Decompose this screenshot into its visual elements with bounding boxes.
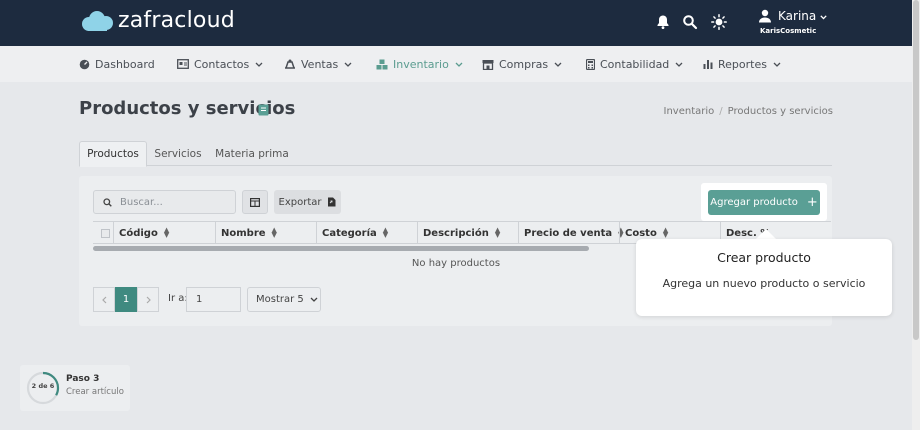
- column-header[interactable]: Nombre ▲ ▼: [215, 222, 316, 244]
- search-placeholder: Buscar...: [120, 196, 163, 208]
- chevron-down-icon: [344, 62, 352, 67]
- logo-text: zafracloud: [118, 8, 235, 33]
- horizontal-scrollbar[interactable]: [93, 246, 589, 251]
- column-header[interactable]: Categoría ▲ ▼: [316, 222, 417, 244]
- nav-dashboard[interactable]: Dashboard: [79, 46, 155, 82]
- chevron-down-icon: [554, 62, 562, 67]
- tooltip-body: Agrega un nuevo producto o servicio: [662, 277, 866, 290]
- breadcrumb-separator: /: [719, 106, 723, 117]
- search-input[interactable]: Buscar...: [93, 190, 236, 214]
- chevron-left-icon: [101, 296, 106, 303]
- nav-contabilidad[interactable]: Contabilidad: [586, 46, 683, 82]
- nav-label: Contabilidad: [600, 57, 670, 71]
- search-icon[interactable]: [682, 14, 698, 30]
- step-count: 2 de 6: [31, 382, 55, 390]
- column-header[interactable]: Descripción ▲ ▼: [417, 222, 518, 244]
- chevron-down-icon: [310, 297, 318, 302]
- main-nav: Dashboard Contactos Ventas Inventario Co…: [0, 46, 912, 82]
- chevron-down-icon: [820, 15, 827, 20]
- tour-tooltip: Crear producto Agrega un nuevo producto …: [636, 239, 892, 316]
- pagination: 1: [93, 287, 159, 312]
- column-label: Código: [119, 227, 158, 239]
- nav-label: Reportes: [718, 57, 767, 71]
- nav-compras[interactable]: Compras: [482, 46, 562, 82]
- inventory-icon: [376, 59, 388, 69]
- tab-bar: Productos Servicios Materia prima: [79, 141, 832, 167]
- nav-inventario[interactable]: Inventario: [376, 46, 463, 82]
- add-product-button[interactable]: Agregar producto +: [708, 190, 820, 215]
- tooltip-arrow: [756, 229, 776, 239]
- nav-label: Inventario: [393, 57, 449, 71]
- logo[interactable]: zafracloud: [80, 8, 235, 33]
- top-bar: zafracloud Karina KarisCosmetic: [0, 0, 912, 46]
- nav-label: Contactos: [194, 57, 250, 71]
- nav-reportes[interactable]: Reportes: [703, 46, 781, 82]
- cloud-logo-icon: [82, 10, 113, 31]
- calculator-icon: [586, 58, 595, 70]
- prev-page-button[interactable]: [93, 287, 115, 312]
- chevron-down-icon: [773, 62, 781, 67]
- contacts-icon: [177, 59, 189, 69]
- user-icon: [759, 9, 771, 23]
- user-company: KarisCosmetic: [760, 27, 817, 35]
- nav-label: Dashboard: [95, 57, 155, 71]
- sort-icon: ▲ ▼: [494, 226, 501, 239]
- add-product-label: Agregar producto: [710, 197, 798, 208]
- vertical-scrollbar[interactable]: [912, 0, 920, 430]
- sort-icon: ▲ ▼: [271, 226, 277, 239]
- step-title: Paso 3: [66, 374, 100, 384]
- book-icon[interactable]: [258, 104, 269, 116]
- chevron-down-icon: [455, 62, 463, 67]
- sort-icon: ▲ ▼: [662, 226, 669, 239]
- sort-icon: ▲ ▼: [163, 226, 170, 239]
- column-header[interactable]: Precio de venta ▲ ▼: [518, 222, 624, 244]
- column-label: Precio de venta: [524, 227, 613, 239]
- chart-icon: [703, 60, 713, 69]
- columns-button[interactable]: [242, 190, 268, 214]
- export-button[interactable]: Exportar: [274, 190, 341, 214]
- page-button-current[interactable]: 1: [115, 287, 137, 312]
- breadcrumb-parent[interactable]: Inventario: [664, 106, 715, 117]
- nav-label: Ventas: [301, 57, 339, 71]
- column-label: Categoría: [322, 227, 377, 239]
- column-label: Descripción: [423, 227, 489, 239]
- select-all-checkbox[interactable]: [101, 229, 110, 238]
- step-subtitle: Crear artículo: [66, 387, 124, 397]
- nav-contactos[interactable]: Contactos: [177, 46, 263, 82]
- tab-productos[interactable]: Productos: [79, 141, 147, 167]
- nav-label: Compras: [499, 57, 549, 71]
- columns-icon: [250, 197, 260, 207]
- dashboard-icon: [79, 59, 90, 69]
- tab-materia-prima[interactable]: Materia prima: [213, 141, 291, 166]
- nav-ventas[interactable]: Ventas: [284, 46, 352, 82]
- chevron-down-icon: [675, 62, 683, 67]
- store-icon: [482, 59, 494, 70]
- column-label: Nombre: [221, 227, 266, 239]
- user-name: Karina: [778, 9, 827, 23]
- scrollbar-thumb[interactable]: [913, 0, 919, 340]
- chevron-right-icon: [146, 296, 151, 303]
- plus-icon: +: [806, 195, 818, 210]
- sort-icon: ▲ ▼: [382, 226, 389, 239]
- goto-page-input[interactable]: 1: [186, 287, 241, 312]
- tour-step-widget[interactable]: 2 de 6 Paso 3 Crear artículo: [20, 365, 130, 411]
- search-icon: [103, 197, 112, 207]
- sales-icon: [285, 59, 295, 69]
- page-size-select[interactable]: Mostrar 5: [247, 287, 321, 312]
- tab-servicios[interactable]: Servicios: [147, 141, 209, 166]
- goto-label: Ir a:: [168, 293, 188, 304]
- bell-icon[interactable]: [655, 14, 671, 30]
- file-export-icon: [328, 197, 336, 207]
- sun-icon[interactable]: [711, 14, 727, 30]
- column-header[interactable]: Código ▲ ▼: [113, 222, 215, 244]
- page-size-label: Mostrar 5: [256, 294, 304, 305]
- column-label: Costo: [625, 227, 657, 239]
- tooltip-title: Crear producto: [717, 250, 811, 265]
- breadcrumb-current: Productos y servicios: [727, 106, 833, 117]
- chevron-down-icon: [255, 62, 263, 67]
- breadcrumb: Inventario / Productos y servicios: [664, 106, 834, 117]
- export-label: Exportar: [278, 196, 322, 208]
- next-page-button[interactable]: [137, 287, 159, 312]
